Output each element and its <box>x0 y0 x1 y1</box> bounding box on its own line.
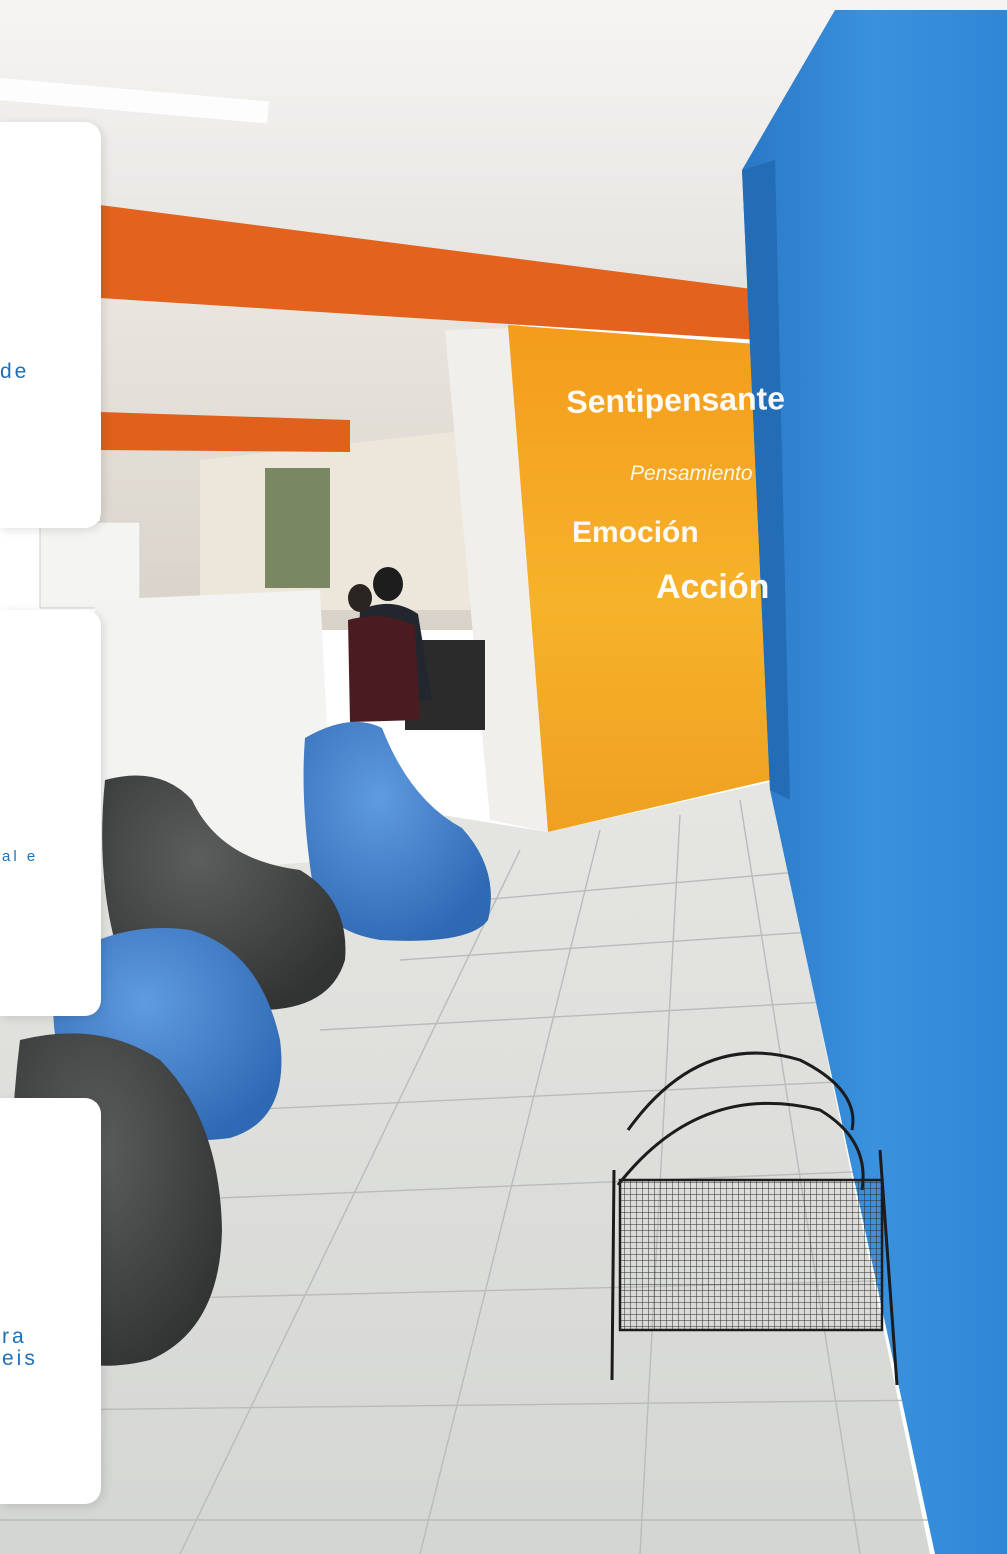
info-card-2: al e <box>0 610 101 1016</box>
whiteboard <box>39 521 141 609</box>
card-1-text-fragment: de <box>0 360 30 383</box>
office-photo-scene: Sentipensante Pensamiento Emoción Acción… <box>0 0 1007 1554</box>
office-chair <box>348 616 420 722</box>
wall-lettering-accion: Acción <box>656 568 770 606</box>
card-3-text-line-1: ra <box>2 1325 27 1348</box>
info-card-1: de <box>0 122 101 528</box>
window-blinds <box>200 430 470 610</box>
card-2-text-fragment: al e <box>2 848 39 865</box>
office-interior-photo <box>0 0 1007 1554</box>
card-3-text-fragment: ra eis <box>2 1326 38 1370</box>
person-head-2 <box>348 584 372 612</box>
person-head <box>373 567 403 601</box>
wall-lettering-pensamiento: Pensamiento <box>630 462 753 485</box>
card-3-text-line-2: eis <box>2 1347 38 1370</box>
info-card-3: ra eis <box>0 1098 101 1504</box>
wall-lettering-sentipensante: Sentipensante <box>566 380 786 420</box>
window <box>265 468 330 588</box>
wall-lettering-emocion: Emoción <box>572 516 699 549</box>
